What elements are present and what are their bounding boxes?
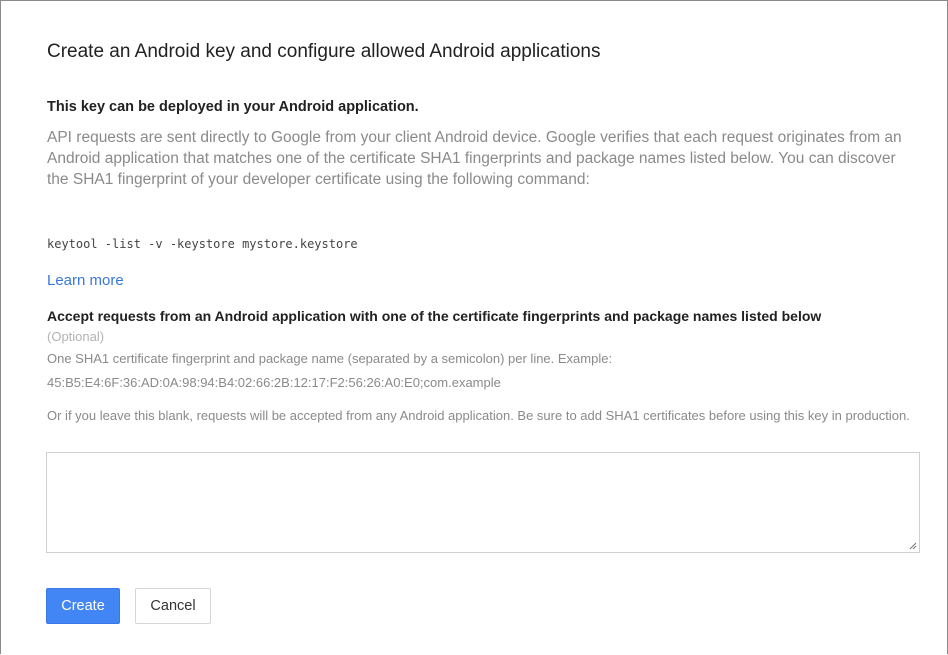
resize-grip-icon[interactable] <box>909 542 917 550</box>
keytool-command: keytool -list -v -keystore mystore.keyst… <box>47 237 358 251</box>
learn-more-link[interactable]: Learn more <box>47 272 124 289</box>
example-fingerprint: 45:B5:E4:6F:36:AD:0A:98:94:B4:02:66:2B:1… <box>47 375 501 390</box>
accept-requests-heading: Accept requests from an Android applicat… <box>47 308 822 324</box>
dialog-title: Create an Android key and configure allo… <box>47 41 601 62</box>
deploy-heading: This key can be deployed in your Android… <box>47 99 419 115</box>
optional-label: (Optional) <box>47 329 105 344</box>
description-text: API requests are sent directly to Google… <box>47 129 902 188</box>
cancel-button[interactable]: Cancel <box>135 588 211 624</box>
create-button[interactable]: Create <box>46 588 120 624</box>
blank-note-text: Or if you leave this blank, requests wil… <box>47 408 910 423</box>
android-key-dialog: Create an Android key and configure allo… <box>0 0 948 654</box>
fingerprints-textarea[interactable] <box>46 452 920 553</box>
instruction-text: One SHA1 certificate fingerprint and pac… <box>47 351 613 366</box>
